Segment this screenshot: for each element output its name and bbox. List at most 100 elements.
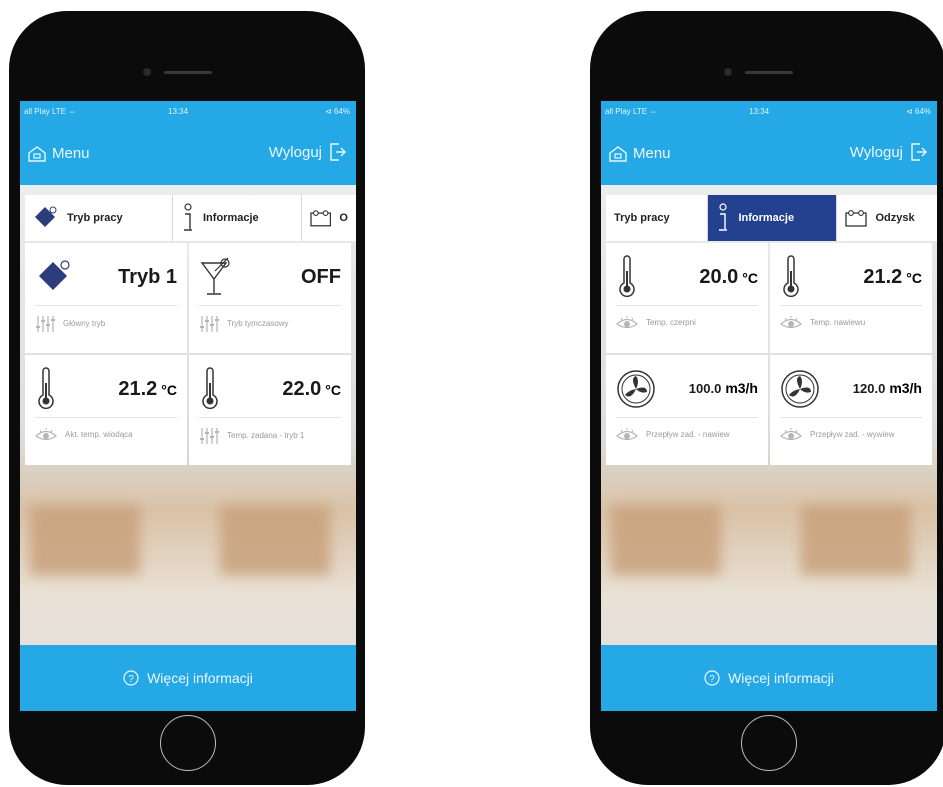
tile-supply-flow[interactable]: 100.0 m3/h Przepływ zad. - nawiew bbox=[606, 355, 768, 465]
thermometer-icon bbox=[202, 367, 218, 410]
menu-label: Menu bbox=[633, 145, 671, 162]
eye-icon bbox=[780, 428, 802, 441]
cocktail-icon bbox=[200, 257, 230, 295]
battery-label: ⊲ 64% bbox=[325, 107, 350, 116]
more-info-button[interactable]: ? Więcej informacji bbox=[20, 645, 356, 711]
menu-button[interactable]: Menu bbox=[609, 145, 671, 162]
tile-grid: Tryb 1 Główny tryb OFF Tryb tymczasowy 2… bbox=[25, 243, 351, 465]
svg-text:?: ? bbox=[709, 674, 715, 685]
tab-tryb-pracy[interactable]: Tryb pracy bbox=[606, 195, 709, 241]
footer-label: Więcej informacji bbox=[147, 670, 253, 686]
sliders-icon bbox=[200, 428, 219, 444]
fan-icon bbox=[781, 370, 819, 408]
tile-label: Przepływ zad. - nawiew bbox=[646, 430, 730, 439]
mode-diamond-icon bbox=[39, 260, 70, 290]
clock: 13:34 bbox=[168, 107, 189, 116]
sliders-icon bbox=[200, 316, 219, 332]
front-camera bbox=[724, 68, 732, 76]
tab-label: Tryb pracy bbox=[67, 212, 123, 224]
battery-label: ⊲ 64% bbox=[906, 107, 931, 116]
tile-unit: °C bbox=[325, 381, 341, 398]
tile-value: OFF bbox=[301, 265, 341, 288]
tab-informacje[interactable]: Informacje bbox=[708, 195, 838, 241]
logout-button[interactable]: Wyloguj bbox=[850, 143, 927, 161]
tile-value: 21.2 bbox=[118, 377, 158, 400]
carrier-label: all Play LTE ⇔ bbox=[605, 107, 658, 116]
thermometer-icon bbox=[783, 255, 799, 298]
mode-diamond-icon bbox=[35, 206, 57, 227]
tab-label: Informacje bbox=[203, 212, 259, 224]
status-bar: all Play LTE ⇔ 13:34 ⊲ 64% bbox=[601, 101, 937, 123]
tab-informacje[interactable]: Informacje bbox=[173, 195, 303, 241]
recovery-icon bbox=[310, 210, 332, 227]
tile-current-temp[interactable]: 21.2 °C Akt. temp. wiodąca bbox=[25, 355, 187, 465]
tile-unit: °C bbox=[906, 269, 922, 286]
tile-unit: °C bbox=[742, 269, 758, 286]
footer-label: Więcej informacji bbox=[728, 670, 834, 686]
app-screen: all Play LTE ⇔ 13:34 ⊲ 64% Menu Wyloguj … bbox=[20, 101, 356, 711]
phone-right: all Play LTE ⇔ 13:34 ⊲ 64% Menu Wyloguj … bbox=[590, 11, 943, 785]
more-info-button[interactable]: ? Więcej informacji bbox=[601, 645, 937, 711]
eye-icon bbox=[616, 316, 638, 329]
eye-icon bbox=[35, 428, 57, 441]
top-navbar: Menu Wyloguj bbox=[20, 123, 356, 185]
info-icon bbox=[184, 203, 192, 231]
tile-value: 22.0 bbox=[282, 377, 322, 400]
tile-value: 100.0 bbox=[688, 381, 722, 396]
tile-label: Temp. nawiewu bbox=[810, 318, 866, 327]
recovery-icon bbox=[845, 210, 868, 227]
front-camera bbox=[143, 68, 151, 76]
menu-label: Menu bbox=[52, 145, 90, 162]
thermometer-icon bbox=[619, 255, 635, 298]
tile-label: Przepływ zad. - wywiew bbox=[810, 430, 895, 439]
tile-value: 20.0 bbox=[699, 265, 739, 288]
logout-label: Wyloguj bbox=[849, 143, 903, 161]
eye-icon bbox=[780, 316, 802, 329]
app-screen: all Play LTE ⇔ 13:34 ⊲ 64% Menu Wyloguj … bbox=[601, 101, 937, 711]
logout-icon bbox=[911, 143, 927, 161]
tab-odzysk[interactable]: Odzysk bbox=[837, 195, 937, 241]
tile-set-temp[interactable]: 22.0 °C Temp. zadana - tryb 1 bbox=[189, 355, 351, 465]
tile-intake-temp[interactable]: 20.0 °C Temp. czerpni bbox=[606, 243, 768, 353]
tab-bar: Tryb pracy Informacje O bbox=[25, 195, 356, 241]
tab-label: O bbox=[339, 212, 348, 224]
eye-icon bbox=[616, 428, 638, 441]
logout-icon bbox=[330, 143, 346, 161]
sliders-icon bbox=[36, 316, 55, 332]
svg-text:?: ? bbox=[128, 674, 134, 685]
tile-supply-temp[interactable]: 21.2 °C Temp. nawiewu bbox=[770, 243, 932, 353]
home-icon bbox=[609, 145, 627, 162]
tile-label: Temp. zadana - tryb 1 bbox=[227, 431, 305, 440]
tile-value: 120.0 bbox=[852, 381, 886, 396]
home-button[interactable] bbox=[741, 715, 797, 771]
phone-left: all Play LTE ⇔ 13:34 ⊲ 64% Menu Wyloguj … bbox=[9, 11, 365, 785]
tile-label: Tryb tymczasowy bbox=[227, 319, 289, 328]
tile-main-mode[interactable]: Tryb 1 Główny tryb bbox=[25, 243, 187, 353]
clock: 13:34 bbox=[749, 107, 770, 116]
tab-odzysk[interactable]: O bbox=[302, 195, 356, 241]
info-icon bbox=[719, 203, 728, 231]
tile-label: Temp. czerpni bbox=[646, 318, 696, 327]
logout-label: Wyloguj bbox=[268, 143, 322, 161]
tab-tryb-pracy[interactable]: Tryb pracy bbox=[25, 195, 173, 241]
home-button[interactable] bbox=[160, 715, 216, 771]
tile-unit: °C bbox=[161, 381, 177, 398]
tab-bar: Tryb pracy Informacje Odzysk bbox=[606, 195, 937, 241]
tile-value: 21.2 bbox=[863, 265, 903, 288]
top-navbar: Menu Wyloguj bbox=[601, 123, 937, 185]
status-bar: all Play LTE ⇔ 13:34 ⊲ 64% bbox=[20, 101, 356, 123]
tab-label: Informacje bbox=[738, 212, 795, 224]
tab-label: Odzysk bbox=[875, 212, 915, 224]
help-circle-icon: ? bbox=[123, 670, 139, 686]
tile-unit: m3/h bbox=[725, 380, 758, 396]
carrier-label: all Play LTE ⇔ bbox=[24, 107, 77, 116]
tile-exhaust-flow[interactable]: 120.0 m3/h Przepływ zad. - wywiew bbox=[770, 355, 932, 465]
help-circle-icon: ? bbox=[704, 670, 720, 686]
menu-button[interactable]: Menu bbox=[28, 145, 90, 162]
tile-label: Główny tryb bbox=[63, 319, 106, 328]
logout-button[interactable]: Wyloguj bbox=[269, 143, 346, 161]
speaker-grille bbox=[745, 71, 793, 74]
tile-value: Tryb 1 bbox=[118, 265, 177, 288]
tile-label: Akt. temp. wiodąca bbox=[65, 430, 133, 439]
tile-temp-mode[interactable]: OFF Tryb tymczasowy bbox=[189, 243, 351, 353]
